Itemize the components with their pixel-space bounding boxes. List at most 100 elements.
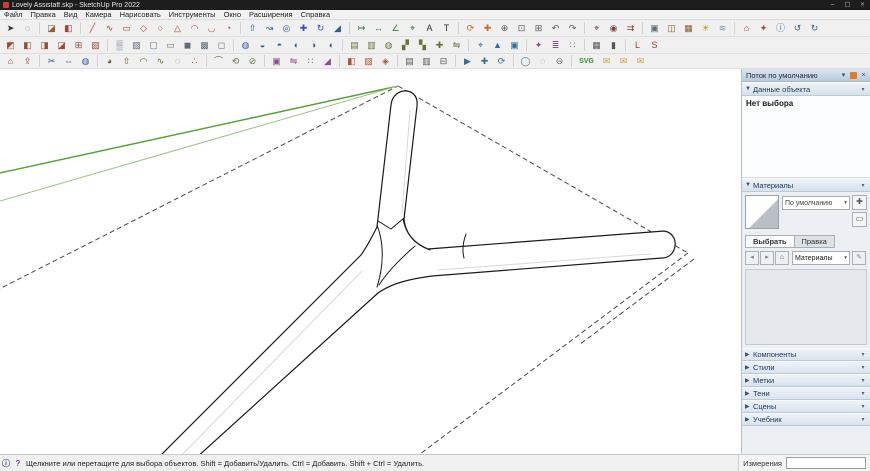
toggle-terrain-icon[interactable]: ▲ [490,39,505,52]
measurements-input[interactable] [786,457,866,469]
component-options-icon[interactable]: ≣ [548,39,563,52]
front-view-icon[interactable]: ◨ [37,39,52,52]
sample-paint-button[interactable]: ✎ [852,251,866,265]
close-button[interactable]: × [855,0,870,10]
viewport[interactable] [0,69,742,455]
extension-warehouse-icon[interactable]: ✦ [756,22,771,35]
show-hidden-icon[interactable]: ◌ [535,55,550,68]
chevron-down-icon[interactable]: ▾ [839,71,848,79]
back-button[interactable]: ◂ [745,251,759,265]
viewport-canvas[interactable] [0,69,742,455]
materials-list-area[interactable] [745,269,867,345]
solid-subtract-icon[interactable]: ◓ [272,39,287,52]
menu-item-3[interactable]: Вид [60,10,82,19]
solid-trim-icon[interactable]: ◐ [289,39,304,52]
entity-info-header[interactable]: ▼ Данные объекта ▾ [742,82,870,96]
joint-push-pull-icon[interactable]: ⇧ [119,55,134,68]
smoove-icon[interactable]: ◍ [381,39,396,52]
line-tool-icon[interactable]: ╱ [85,22,100,35]
export-2d-icon[interactable]: ▤ [402,55,417,68]
polygon-tool-icon[interactable]: △ [170,22,185,35]
print-model-icon[interactable]: ⊟ [436,55,451,68]
tray-close-icon[interactable]: × [859,72,868,79]
create-material-button[interactable]: ✚ [852,195,867,210]
previous-view-icon[interactable]: ↶ [548,22,563,35]
back-edges-style-icon[interactable]: ▨ [129,39,144,52]
solid-union-icon[interactable]: ◒ [255,39,270,52]
hide-rest-of-model-icon[interactable]: ◯ [518,55,533,68]
help-icon[interactable]: ? [12,459,24,468]
tray-section-6[interactable]: ▶Учебник▾ [742,413,870,426]
circle-tool-icon[interactable]: ○ [153,22,168,35]
update-scene-icon[interactable]: ⟳ [494,55,509,68]
solid-intersect-icon[interactable]: ◑ [306,39,321,52]
freehand-tool-icon[interactable]: ∿ [102,22,117,35]
lasso-select-icon[interactable]: ◌ [20,22,35,35]
advanced-camera-icon[interactable]: ▮ [606,39,621,52]
menu-item-6[interactable]: Инструменты [165,10,220,19]
rotate-icon[interactable]: ↻ [313,22,328,35]
3d-warehouse-icon[interactable]: ⌂ [739,22,754,35]
sandbox-from-scratch-icon[interactable]: ▥ [364,39,379,52]
play-animation-icon[interactable]: ▶ [460,55,475,68]
photo-texture-icon[interactable]: ▣ [507,39,522,52]
shape-bender-icon[interactable]: ∿ [153,55,168,68]
fredo-scale-icon[interactable]: ◢ [320,55,335,68]
x-ray-style-icon[interactable]: ▒ [112,39,127,52]
select-icon[interactable]: ➤ [3,22,18,35]
menu-item-5[interactable]: Нарисовать [116,10,165,19]
geolocation-icon[interactable]: ⓘ [0,458,12,469]
model-info-icon[interactable]: ⓘ [773,22,788,35]
make-component-icon[interactable]: ◫ [664,22,679,35]
chat-bubble-2-icon[interactable]: ✉ [616,55,631,68]
weld-edges-icon[interactable]: ⌒ [211,55,226,68]
match-photo-icon[interactable]: ▦ [589,39,604,52]
add-scene-icon[interactable]: ✚ [477,55,492,68]
hidden-line-style-icon[interactable]: ▭ [163,39,178,52]
zoom-window-icon[interactable]: ⊡ [514,22,529,35]
material-replacer-icon[interactable]: ◧ [344,55,359,68]
scale-icon[interactable]: ◢ [330,22,345,35]
purge-unused-icon[interactable]: ⟲ [228,55,243,68]
component-attributes-icon[interactable]: ∷ [565,39,580,52]
two-point-arc-tool-icon[interactable]: ◡ [204,22,219,35]
wireframe-style-icon[interactable]: ▢ [146,39,161,52]
add-detail-icon[interactable]: ✚ [432,39,447,52]
dimension-icon[interactable]: ↔ [371,22,386,35]
tray-section-3[interactable]: ▶Метки▾ [742,374,870,387]
upload-model-icon[interactable]: ⇪ [20,55,35,68]
chat-bubble-1-icon[interactable]: ✉ [599,55,614,68]
intersect-faces-icon[interactable]: ✂ [44,55,59,68]
stamp-icon[interactable]: ▞ [398,39,413,52]
fog-toggle-icon[interactable]: ≋ [715,22,730,35]
materials-collection-dropdown[interactable]: Материалы ▾ [792,251,850,265]
tab-select[interactable]: Выбрать [745,235,794,248]
zoom-icon[interactable]: ⊕ [497,22,512,35]
maximize-button[interactable]: ▢ [840,0,855,10]
pie-tool-icon[interactable]: ◔ [221,22,236,35]
in-model-button[interactable]: ⌂ [775,251,789,265]
undo-icon[interactable]: ↺ [790,22,805,35]
push-pull-icon[interactable]: ⇧ [245,22,260,35]
add-location-icon[interactable]: ⌖ [473,39,488,52]
redo-icon[interactable]: ↻ [807,22,822,35]
textured-style-icon[interactable]: ▩ [197,39,212,52]
mirror-tool-icon[interactable]: ⇋ [286,55,301,68]
warehouse-home-icon[interactable]: ⌂ [3,55,18,68]
monochrome-style-icon[interactable]: ◻ [214,39,229,52]
iso-view-icon[interactable]: ◩ [3,39,18,52]
round-corner-icon[interactable]: ◕ [102,55,117,68]
solid-inspector-icon[interactable]: ◍ [78,55,93,68]
follow-me-icon[interactable]: ↝ [262,22,277,35]
outer-shell-icon[interactable]: ◍ [238,39,253,52]
menu-item-8[interactable]: Расширения [245,10,297,19]
lock-selection-icon[interactable]: ⊖ [552,55,567,68]
current-material-combo[interactable]: По умолчанию ▾ [782,196,850,210]
shadows-toggle-icon[interactable]: ☀ [698,22,713,35]
menu-item-9[interactable]: Справка [297,10,334,19]
top-view-icon[interactable]: ◧ [20,39,35,52]
drape-icon[interactable]: ▚ [415,39,430,52]
rotated-rectangle-tool-icon[interactable]: ◇ [136,22,151,35]
pan-icon[interactable]: ✚ [480,22,495,35]
menu-item-2[interactable]: Правка [26,10,59,19]
